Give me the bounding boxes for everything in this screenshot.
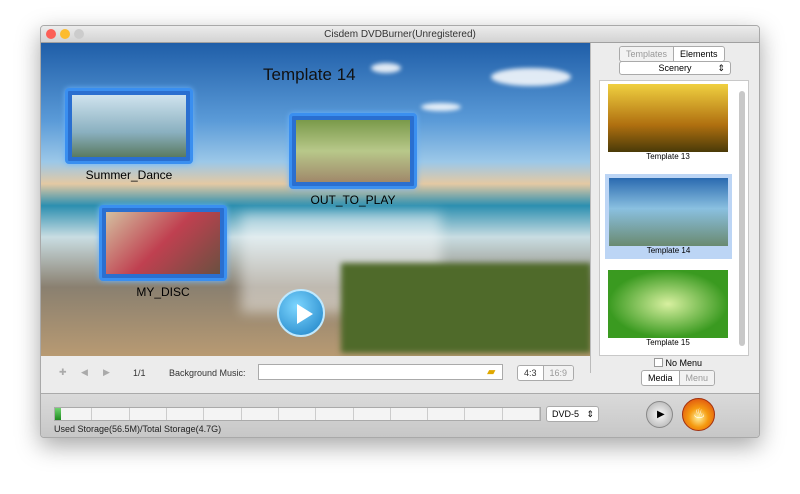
- aspect-4-3[interactable]: 4:3: [518, 366, 543, 380]
- aspect-16-9[interactable]: 16:9: [542, 366, 574, 380]
- template-item[interactable]: Template 13: [608, 84, 728, 161]
- no-menu-label: No Menu: [665, 358, 703, 368]
- storage-fill: [55, 408, 61, 420]
- category-select[interactable]: Scenery ⇕: [619, 61, 731, 75]
- storage-text: Used Storage(56.5M)/Total Storage(4.7G): [54, 424, 222, 434]
- mode-tabs: Media Menu: [641, 370, 716, 386]
- next-icon[interactable]: ▶: [103, 367, 110, 378]
- title-bar: Cisdem DVDBurner(Unregistered): [41, 26, 759, 43]
- app-window: Cisdem DVDBurner(Unregistered) Template …: [40, 25, 760, 438]
- menu-item-thumbnail[interactable]: [289, 113, 417, 189]
- zoom-button[interactable]: [74, 29, 84, 39]
- tab-elements[interactable]: Elements: [673, 47, 724, 61]
- tab-menu[interactable]: Menu: [678, 371, 715, 385]
- menu-item-label: MY_DISC: [136, 285, 190, 299]
- menu-item-label: OUT_TO_PLAY: [310, 193, 396, 207]
- template-label: Template 13: [646, 152, 690, 161]
- preview-play-button[interactable]: ▶: [646, 401, 673, 428]
- close-button[interactable]: [46, 29, 56, 39]
- template-item[interactable]: Template 15: [608, 270, 728, 347]
- background-music-input[interactable]: [258, 364, 503, 380]
- checkbox-icon: [654, 358, 663, 367]
- menu-item-thumbnail[interactable]: [99, 205, 227, 281]
- footer: Used Storage(56.5M)/Total Storage(4.7G) …: [41, 393, 759, 437]
- storage-bar: [54, 407, 541, 421]
- menu-item-label: Summer_Dance: [85, 168, 173, 182]
- folder-icon[interactable]: ▰: [487, 365, 495, 378]
- preview-title: Template 14: [263, 65, 356, 84]
- panel-tabs: Templates Elements: [619, 46, 725, 62]
- burn-button[interactable]: ♨: [682, 398, 715, 431]
- minimize-button[interactable]: [60, 29, 70, 39]
- add-icon[interactable]: ✚: [59, 367, 67, 378]
- select-arrows-icon: ⇕: [717, 63, 725, 73]
- previous-icon[interactable]: ◀: [81, 367, 88, 378]
- no-menu-checkbox[interactable]: No Menu: [654, 358, 702, 368]
- aspect-ratio-toggle: 4:3 16:9: [517, 365, 575, 381]
- template-panel: Templates Elements Scenery ⇕ Template 13 …: [590, 43, 759, 373]
- flame-icon: ♨: [693, 405, 706, 421]
- preview-toolbar: ✚ ◀ ▶ 1/1 Background Music: ▰ 4:3 16:9: [41, 356, 590, 393]
- category-value: Scenery: [658, 63, 692, 73]
- disc-type-select[interactable]: DVD-5 ⇕: [546, 406, 599, 422]
- background-music-label: Background Music:: [169, 368, 246, 378]
- template-label: Template 15: [646, 338, 690, 347]
- template-item-selected[interactable]: Template 14: [605, 174, 732, 259]
- play-icon: ▶: [657, 409, 665, 420]
- window-title: Cisdem DVDBurner(Unregistered): [324, 29, 476, 40]
- disc-type-value: DVD-5: [552, 409, 580, 419]
- select-arrows-icon: ⇕: [586, 409, 594, 419]
- template-label: Template 14: [646, 246, 691, 255]
- menu-item-thumbnail[interactable]: [65, 88, 193, 164]
- tab-templates[interactable]: Templates: [620, 47, 674, 61]
- play-button-preview[interactable]: [277, 289, 325, 337]
- page-indicator: 1/1: [133, 368, 146, 378]
- scrollbar[interactable]: [739, 91, 745, 346]
- template-list: Template 13 Template 14 Template 15: [599, 80, 749, 356]
- menu-preview[interactable]: Template 14 Summer_Dance OUT_TO_PLAY MY_…: [41, 43, 590, 356]
- tab-media[interactable]: Media: [642, 371, 679, 385]
